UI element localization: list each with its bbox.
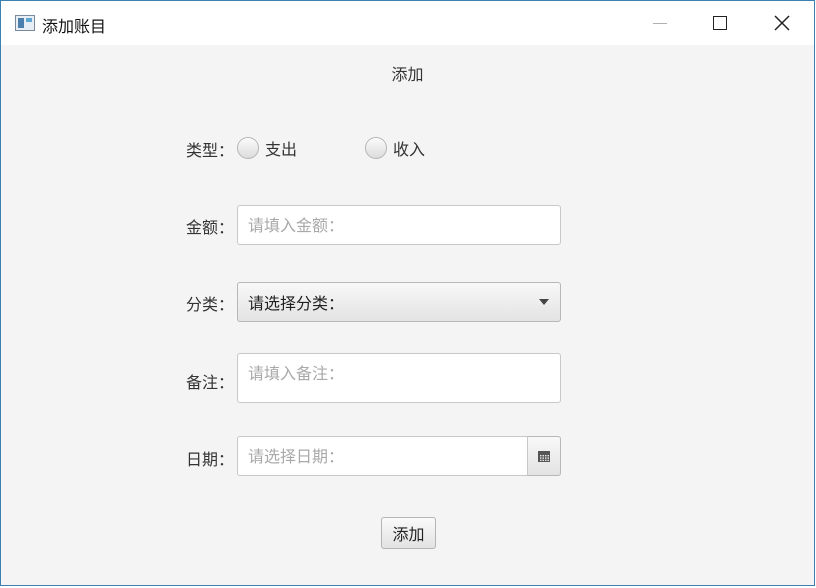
close-button[interactable] [759,1,805,45]
close-icon [774,15,790,31]
app-window: 添加账目 添加 类型： 支出 收入 金额： 分类： [0,0,815,586]
minimize-icon [653,22,667,24]
radio-button-income[interactable] [365,137,387,159]
date-input[interactable] [237,436,529,476]
calendar-icon [538,450,550,462]
radio-income-label: 收入 [393,140,426,159]
maximize-icon [713,16,727,30]
category-label: 分类： [186,295,235,314]
chevron-down-icon [539,299,549,305]
date-picker-button[interactable] [527,436,561,476]
radio-expense-label: 支出 [265,140,298,159]
radio-expense[interactable]: 支出 [237,136,297,160]
minimize-button[interactable] [637,1,683,45]
radio-income[interactable]: 收入 [365,136,425,160]
amount-input[interactable] [237,205,561,245]
amount-label: 金额： [186,218,235,237]
radio-button-expense[interactable] [237,137,259,159]
category-selected-text: 请选择分类： [248,294,345,313]
note-textarea[interactable] [237,353,561,403]
add-button[interactable]: 添加 [381,517,436,549]
date-label: 日期： [186,450,235,469]
maximize-button[interactable] [697,1,743,45]
title-bar: 添加账目 [1,1,814,45]
note-label: 备注： [186,373,235,392]
type-label: 类型： [186,141,235,160]
window-title: 添加账目 [42,17,107,36]
category-select[interactable]: 请选择分类： [237,282,561,322]
form-heading: 添加 [391,65,424,84]
app-window-icon [15,15,35,31]
form-panel: 添加 类型： 支出 收入 金额： 分类： 请选择分类： 备注： 日期： 添加 [1,45,814,585]
